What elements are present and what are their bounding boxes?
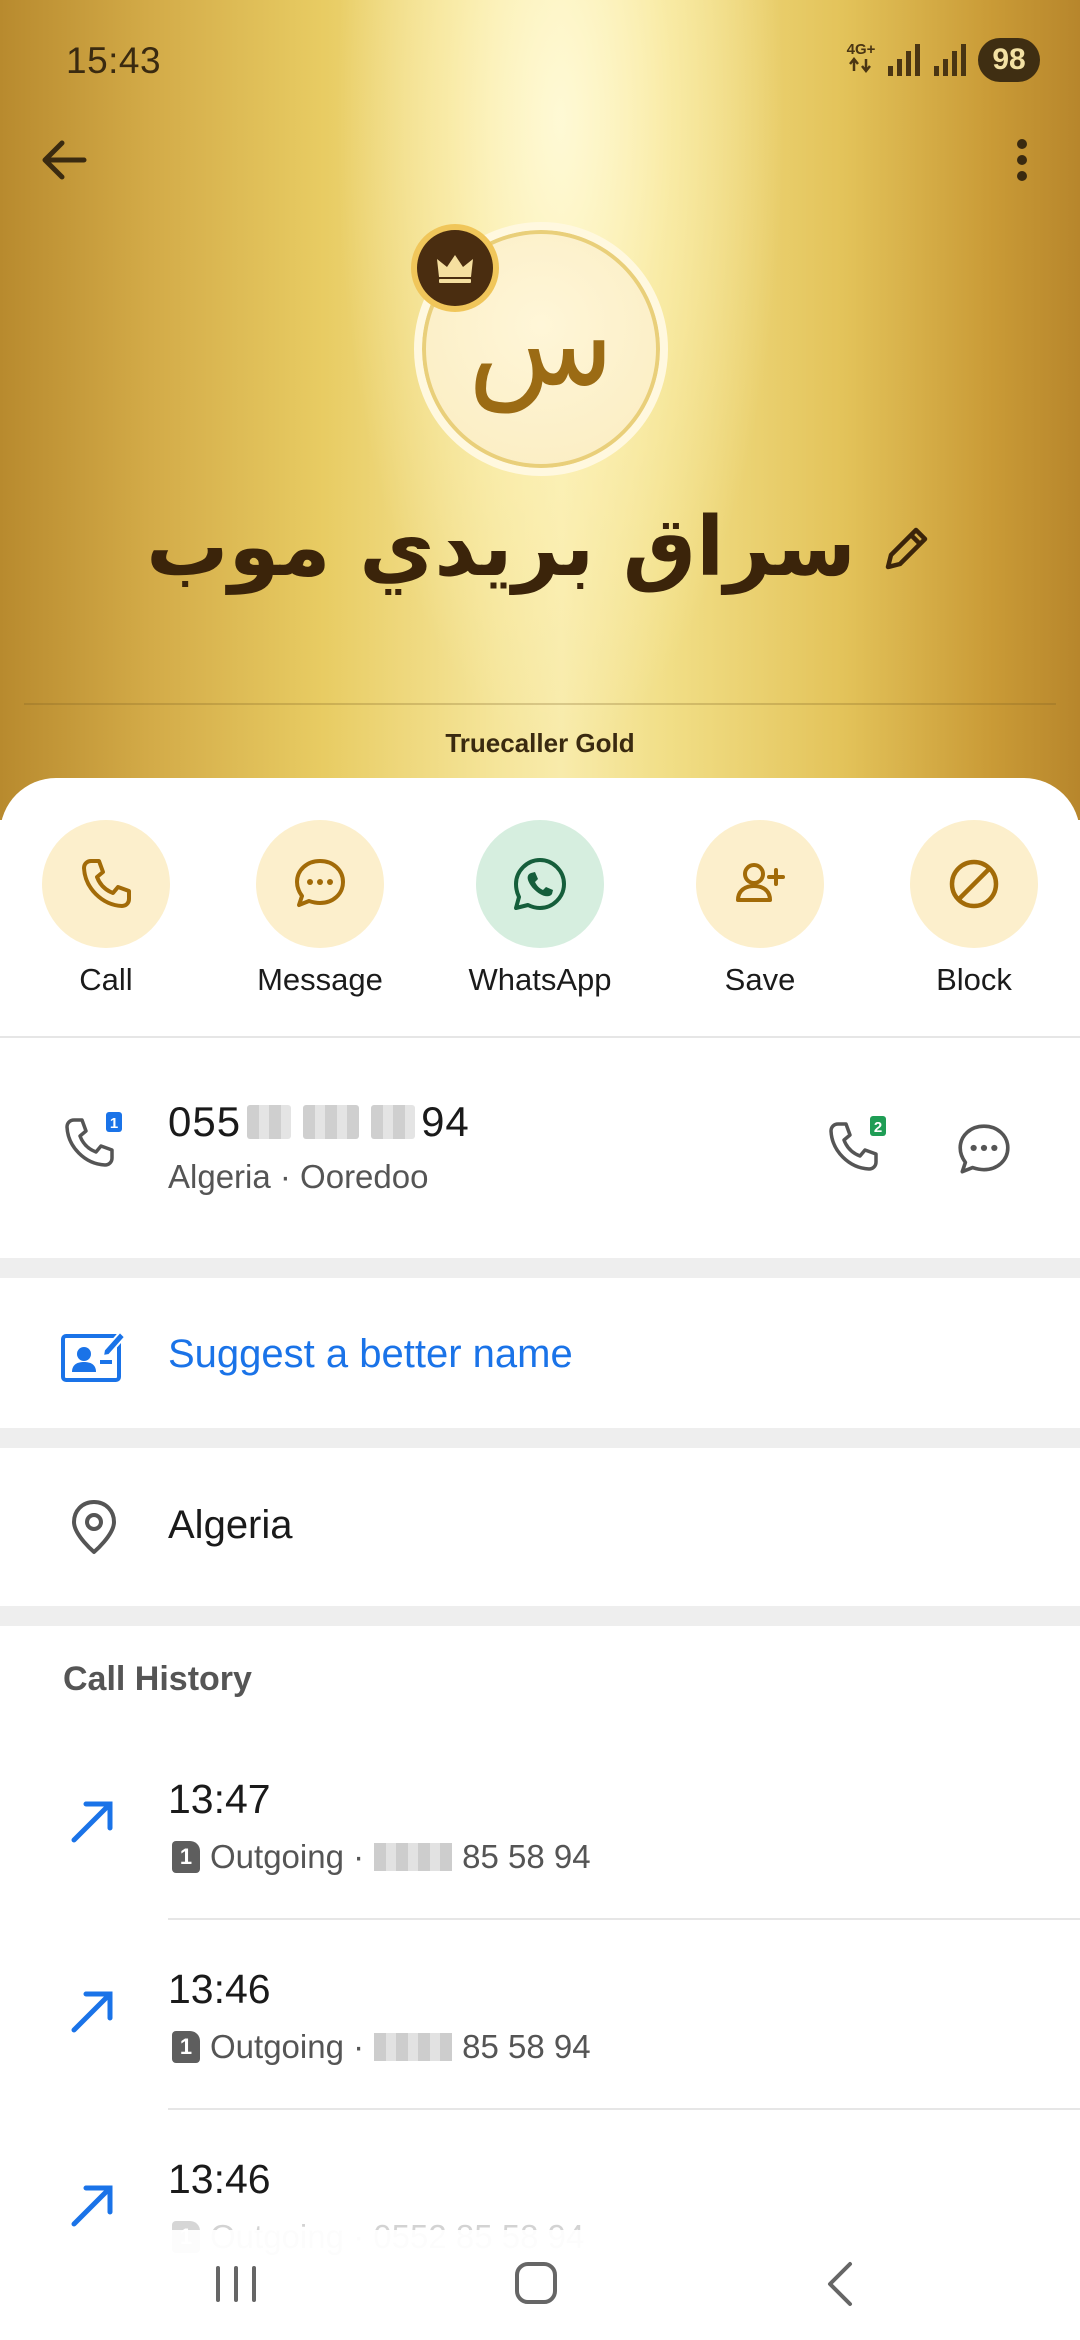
redacted-digits [371, 1105, 416, 1139]
more-options-button[interactable] [992, 130, 1052, 190]
call-number: 85 58 94 [462, 1838, 591, 1875]
nav-back-icon[interactable] [800, 2254, 880, 2314]
location-text: Algeria [168, 1503, 293, 1547]
call-time: 13:47 [168, 1776, 271, 1822]
redacted-digits [374, 1843, 453, 1871]
block-action-label: Block [936, 962, 1012, 997]
phone-sim1-icon: 1 [65, 1112, 122, 1167]
phone-number-row[interactable]: 1 055 94 Algeria · Ooredoo 2 [0, 1040, 1080, 1240]
call-action-button[interactable]: Call [16, 820, 196, 998]
call-history-item[interactable]: 13:47 1 Outgoing · 85 58 94 [0, 1776, 1080, 1966]
avatar: س [411, 222, 668, 476]
battery-indicator: 98 [978, 38, 1040, 82]
whatsapp-action-label: WhatsApp [468, 962, 612, 997]
save-action-circle[interactable] [696, 820, 824, 948]
call-type: Outgoing · [210, 2028, 365, 2065]
call-history-item[interactable]: 13:46 1 Outgoing · 85 58 94 [0, 1966, 1080, 2156]
block-action-circle[interactable] [910, 820, 1038, 948]
message-action-label: Message [257, 962, 383, 997]
arrow-back-icon [42, 140, 87, 180]
sim1-badge: 1 [110, 1115, 118, 1132]
block-action-button[interactable]: Block [884, 820, 1064, 998]
message-action-circle[interactable] [256, 820, 384, 948]
whatsapp-action-button[interactable]: WhatsApp [450, 820, 630, 998]
call-number: 85 58 94 [462, 2028, 591, 2065]
crown-icon [437, 255, 473, 283]
network-type-icon: 4G+ [846, 42, 876, 78]
outgoing-call-icon [71, 1991, 113, 2033]
network-type-label: 4G+ [846, 41, 876, 58]
call-history-title: Call History [63, 1660, 252, 1698]
quick-actions: Call Message WhatsApp Save Block [0, 820, 1080, 1000]
contact-name-row: سراق بريدي موب [0, 500, 1080, 595]
call-type: Outgoing · [210, 1838, 365, 1875]
sim-chip-icon: 1 [172, 2031, 200, 2063]
outgoing-call-icon [71, 1801, 113, 1843]
suggest-name-icon [61, 1330, 126, 1382]
phone-number: 055 94 [168, 1098, 470, 1146]
whatsapp-icon [514, 858, 566, 910]
call-details: 1 Outgoing · 85 58 94 [172, 1838, 591, 1876]
sim2-badge: 2 [874, 1119, 882, 1136]
divider [168, 1918, 1080, 1920]
divider [0, 1036, 1080, 1038]
call-time: 13:46 [168, 2156, 271, 2202]
call-time: 13:46 [168, 1966, 271, 2012]
gold-tier-label: Truecaller Gold [445, 728, 635, 758]
avatar-letter: س [467, 274, 615, 413]
phone-number-details: Algeria · Ooredoo [168, 1158, 429, 1195]
suggest-name-link[interactable]: Suggest a better name [168, 1332, 573, 1377]
home-icon[interactable] [496, 2254, 576, 2314]
divider [168, 2108, 1080, 2110]
profile-header: 15:43 4G+ 98 س سراق بريدي موب Truecaller… [0, 0, 1080, 820]
back-button[interactable] [34, 130, 94, 190]
signal-icon-sim1 [888, 44, 920, 76]
message-action-button[interactable]: Message [230, 820, 410, 998]
phone-number-prefix: 055 [168, 1098, 242, 1145]
status-bar: 15:43 4G+ 98 [0, 0, 1080, 120]
status-time: 15:43 [66, 40, 162, 81]
recent-apps-icon[interactable] [196, 2254, 276, 2314]
contact-name: سراق بريدي موب [146, 500, 856, 595]
section-gap [0, 1258, 1080, 1278]
block-icon [949, 859, 999, 909]
outgoing-call-icon [71, 2185, 113, 2227]
header-divider [24, 703, 1056, 705]
call-action-label: Call [79, 962, 133, 997]
phone-icon [82, 859, 131, 908]
save-action-button[interactable]: Save [670, 820, 850, 998]
redacted-digits [374, 2033, 453, 2061]
section-gap [0, 1606, 1080, 1626]
call-sim2-button[interactable]: 2 [826, 1114, 890, 1178]
sim-chip-icon: 1 [172, 1841, 200, 1873]
more-vertical-icon [1017, 139, 1027, 181]
call-details: 1 Outgoing · 85 58 94 [172, 2028, 591, 2066]
system-navigation-bar [0, 2230, 1080, 2340]
chat-icon [295, 859, 345, 907]
phone-number-suffix: 94 [421, 1098, 470, 1145]
data-arrows-icon [849, 56, 871, 74]
gold-badge [411, 224, 499, 312]
redacted-digits [247, 1105, 292, 1139]
add-person-icon [736, 863, 785, 902]
call-action-circle[interactable] [42, 820, 170, 948]
location-pin-icon [72, 1500, 116, 1554]
status-indicators: 4G+ 98 [846, 38, 1040, 82]
edit-icon[interactable] [880, 521, 934, 575]
sms-button[interactable] [954, 1120, 1014, 1180]
signal-icon-sim2 [934, 44, 966, 76]
whatsapp-action-circle[interactable] [476, 820, 604, 948]
save-action-label: Save [724, 962, 796, 997]
section-gap [0, 1428, 1080, 1448]
redacted-digits [303, 1105, 360, 1139]
